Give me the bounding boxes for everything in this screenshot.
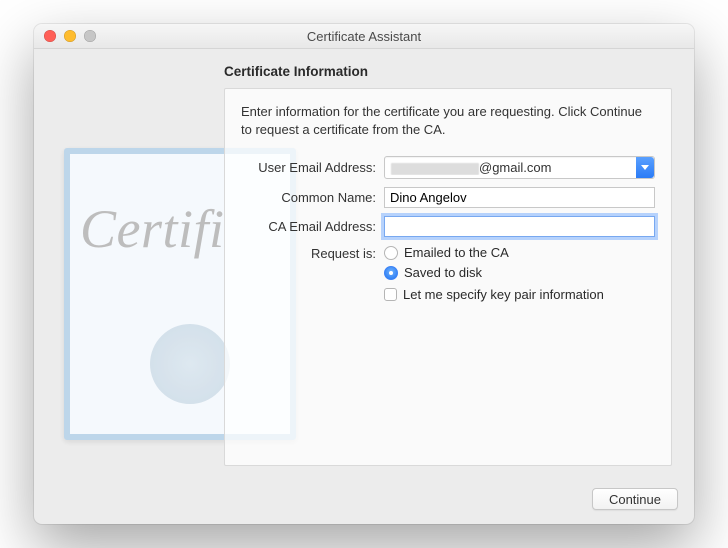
- window: Certificate Assistant Certifi Certificat…: [34, 24, 694, 524]
- certificate-seal: [150, 324, 230, 404]
- traffic-lights: [44, 30, 96, 42]
- radio-saved[interactable]: Saved to disk: [384, 265, 482, 280]
- checkbox-specify-keypair-label: Let me specify key pair information: [403, 287, 604, 302]
- close-button[interactable]: [44, 30, 56, 42]
- radio-icon: [384, 246, 398, 260]
- label-ca-email: CA Email Address:: [241, 219, 384, 234]
- redacted-text: [391, 163, 479, 175]
- checkbox-specify-keypair[interactable]: Let me specify key pair information: [384, 287, 604, 302]
- label-request-is: Request is:: [241, 245, 384, 261]
- common-name-field[interactable]: [384, 187, 655, 208]
- radio-emailed-label: Emailed to the CA: [404, 245, 509, 260]
- certificate-script-text: Certifi: [80, 198, 225, 260]
- zoom-button[interactable]: [84, 30, 96, 42]
- section-heading: Certificate Information: [224, 64, 368, 79]
- footer: Continue: [592, 488, 678, 510]
- row-common-name: Common Name:: [241, 187, 655, 208]
- checkbox-icon: [384, 288, 397, 301]
- row-request-is: Request is: Emailed to the CA Saved to d…: [241, 245, 655, 302]
- label-common-name: Common Name:: [241, 190, 384, 205]
- row-ca-email: CA Email Address:: [241, 216, 655, 237]
- minimize-button[interactable]: [64, 30, 76, 42]
- chevron-down-icon[interactable]: [636, 157, 654, 178]
- user-email-value: @gmail.com: [385, 160, 636, 175]
- user-email-combobox[interactable]: @gmail.com: [384, 156, 655, 179]
- radio-emailed[interactable]: Emailed to the CA: [384, 245, 509, 260]
- ca-email-field[interactable]: [384, 216, 655, 237]
- label-user-email: User Email Address:: [241, 160, 384, 175]
- intro-text: Enter information for the certificate yo…: [241, 103, 655, 138]
- window-title: Certificate Assistant: [34, 29, 694, 44]
- content-area: Certifi Certificate Information Enter in…: [34, 48, 694, 524]
- user-email-suffix: @gmail.com: [479, 160, 551, 175]
- form-panel: Enter information for the certificate yo…: [224, 88, 672, 466]
- row-user-email: User Email Address: @gmail.com: [241, 156, 655, 179]
- radio-icon-selected: [384, 266, 398, 280]
- radio-saved-label: Saved to disk: [404, 265, 482, 280]
- titlebar[interactable]: Certificate Assistant: [34, 24, 694, 49]
- continue-button[interactable]: Continue: [592, 488, 678, 510]
